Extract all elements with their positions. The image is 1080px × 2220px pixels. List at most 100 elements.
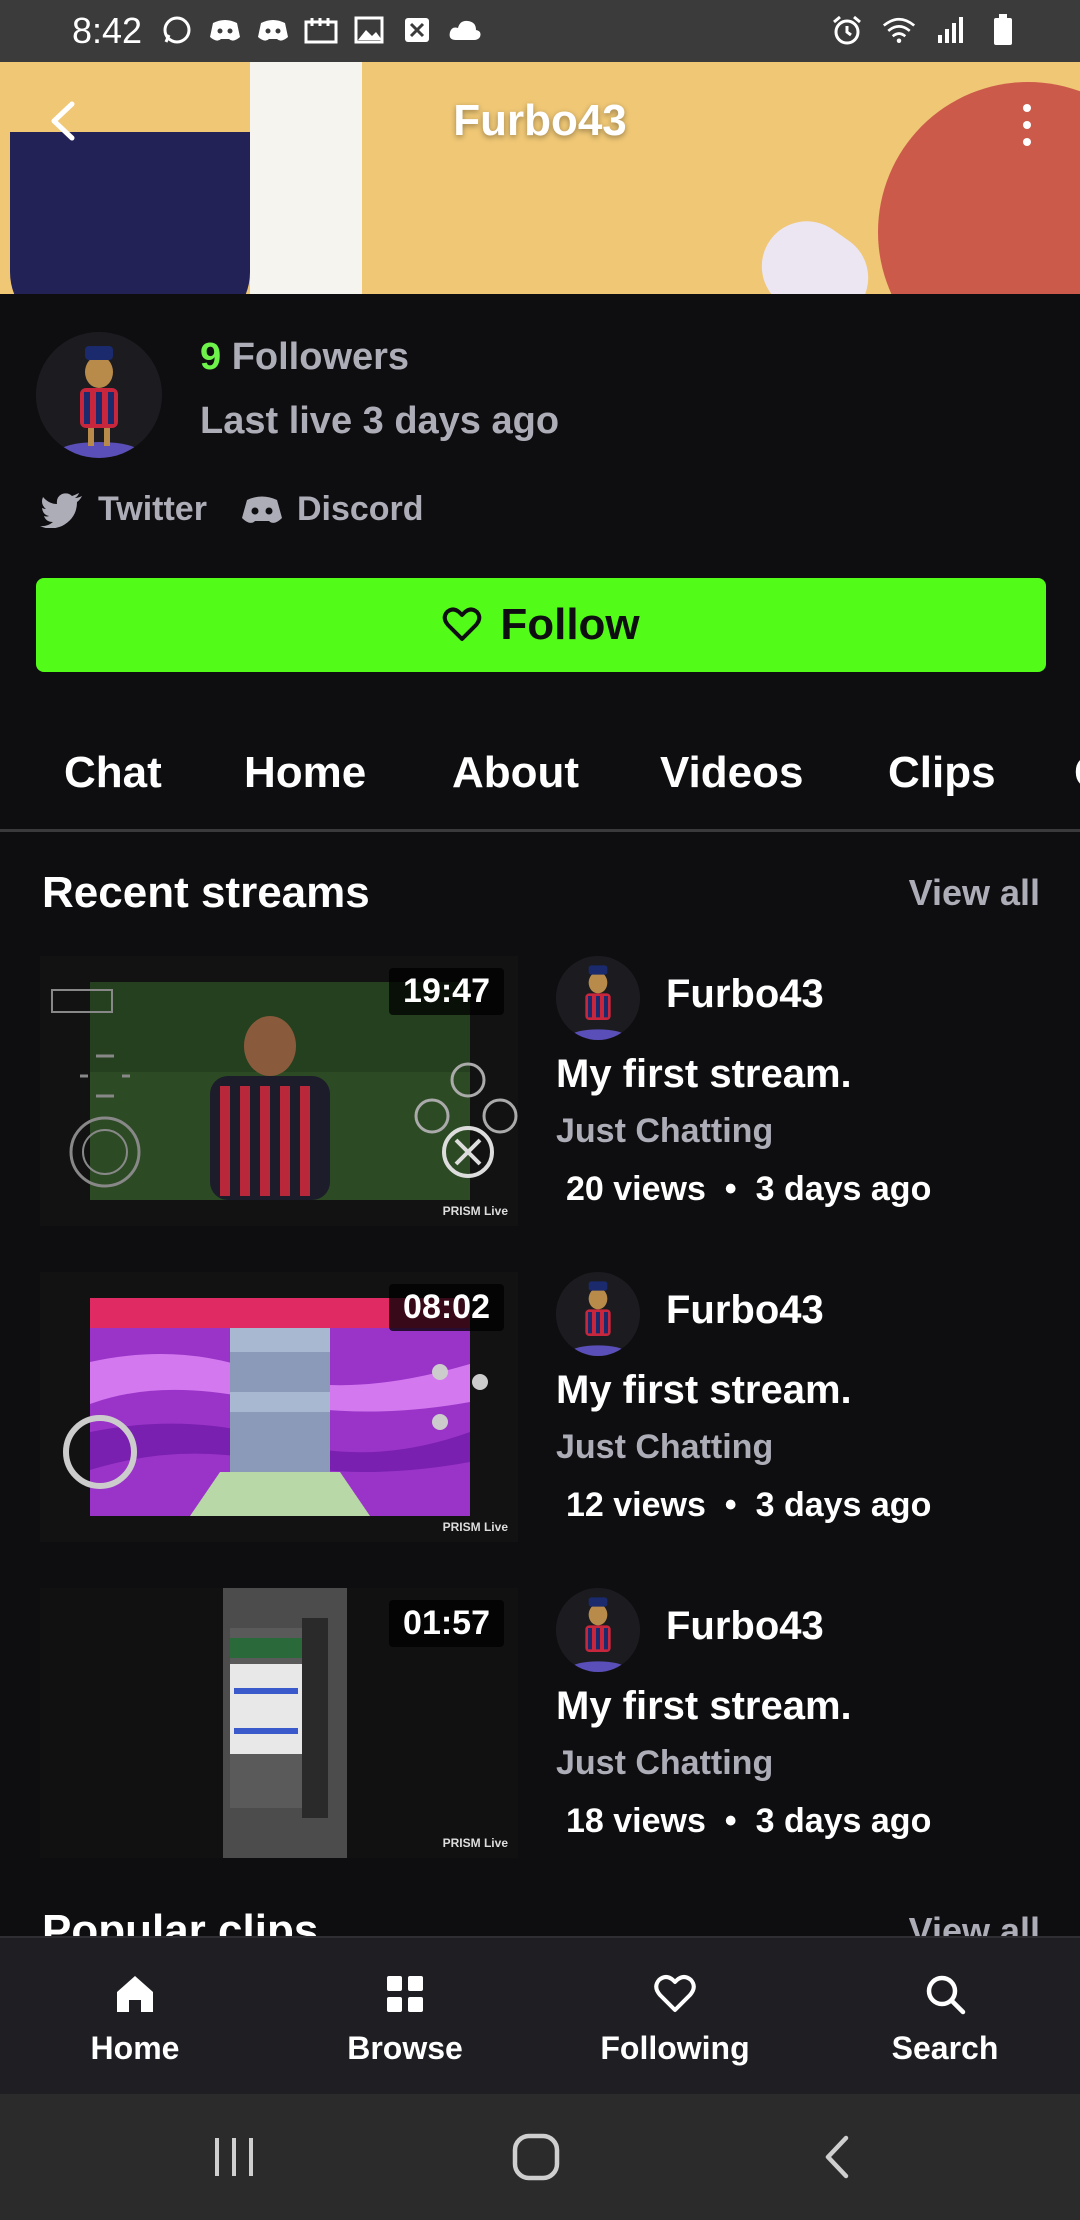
heart-icon	[654, 1975, 696, 2012]
whatsapp-icon	[160, 14, 194, 46]
nav-browse[interactable]: Browse	[270, 1938, 540, 2094]
system-navigation-bar	[0, 2094, 1080, 2220]
stream-duration: 08:02	[389, 1284, 504, 1331]
channel-tabs: Chat Home About Videos Clips C	[0, 738, 1080, 832]
tab-videos[interactable]: Videos	[660, 748, 803, 798]
stream-duration: 19:47	[389, 968, 504, 1015]
discord-label: Discord	[296, 490, 424, 528]
nav-home[interactable]: Home	[0, 1938, 270, 2094]
recent-streams-heading: Recent streams	[42, 868, 370, 917]
back-system-button[interactable]	[808, 2130, 868, 2184]
stream-channel-avatar[interactable]	[556, 956, 640, 1040]
page-title: Furbo43	[453, 96, 627, 145]
nav-search[interactable]: Search	[810, 1938, 1080, 2094]
recent-apps-button[interactable]	[204, 2130, 264, 2184]
stream-card[interactable]: 19:47 PRISM Live Furbo43 My first stream…	[0, 956, 1080, 1256]
avatar-image	[556, 1588, 640, 1672]
avatar-image	[556, 1272, 640, 1356]
nav-following[interactable]: Following	[540, 1938, 810, 2094]
stream-thumbnail[interactable]: 19:47 PRISM Live	[40, 956, 518, 1226]
stream-age: 3 days ago	[755, 1486, 932, 1524]
stream-card[interactable]: 08:02 PRISM Live Furbo43 My first stream…	[0, 1272, 1080, 1572]
kebab-dot	[1023, 104, 1031, 112]
status-bar: 8:42	[0, 0, 1080, 62]
image-notification-icon	[352, 14, 386, 46]
stream-channel-name[interactable]: Furbo43	[666, 972, 824, 1017]
stream-duration: 01:57	[389, 1600, 504, 1647]
stream-thumbnail[interactable]: 01:57 PRISM Live	[40, 1588, 518, 1858]
stream-meta: 18 views • 3 days ago	[566, 1802, 931, 1841]
stream-channel-avatar[interactable]	[556, 1588, 640, 1672]
followers-number: 9	[200, 336, 222, 378]
cloud-notification-icon	[448, 14, 482, 46]
watermark-text: PRISM Live	[442, 1520, 508, 1534]
home-icon	[117, 1976, 153, 2012]
system-icons	[830, 14, 1020, 46]
stream-title: My first stream.	[556, 1052, 852, 1096]
tab-overflow[interactable]: C	[1074, 748, 1080, 798]
avatar-image	[556, 956, 640, 1040]
alarm-icon	[830, 14, 864, 46]
channel-avatar[interactable]	[36, 332, 162, 458]
wifi-icon	[882, 14, 916, 46]
banner-shape	[744, 203, 886, 294]
tab-about[interactable]: About	[452, 748, 579, 798]
channel-banner: Furbo43	[0, 62, 1080, 294]
watermark-text: PRISM Live	[442, 1836, 508, 1850]
stream-card[interactable]: 01:57 PRISM Live Furbo43 My first stream…	[0, 1588, 1080, 1888]
stream-views: 12 views	[566, 1486, 706, 1524]
stream-age: 3 days ago	[755, 1170, 932, 1208]
discord-link[interactable]: Discord	[241, 490, 424, 529]
battery-icon	[986, 14, 1020, 46]
follow-button[interactable]: Follow	[36, 578, 1046, 672]
stream-title: My first stream.	[556, 1684, 852, 1728]
signal-icon	[934, 14, 968, 46]
twitter-label: Twitter	[98, 490, 207, 528]
tab-clips[interactable]: Clips	[888, 748, 996, 798]
nav-following-label: Following	[600, 2030, 750, 2066]
more-options-button[interactable]	[1012, 100, 1042, 150]
kebab-dot	[1023, 121, 1031, 129]
stream-views: 18 views	[566, 1802, 706, 1840]
status-time: 8:42	[72, 10, 143, 51]
popular-clips-heading: Popular clips	[42, 1906, 319, 1936]
popular-clips-view-all[interactable]: View all	[909, 1910, 1040, 1936]
recent-streams-view-all[interactable]: View all	[909, 872, 1040, 914]
tab-chat[interactable]: Chat	[64, 748, 162, 798]
followers-count: 9 Followers	[200, 336, 409, 379]
discord-icon	[241, 496, 282, 523]
follow-label: Follow	[500, 600, 640, 649]
stream-meta: 12 views • 3 days ago	[566, 1486, 931, 1525]
nav-search-label: Search	[891, 2030, 999, 2066]
twitter-icon	[40, 492, 82, 528]
discord-notification-icon	[208, 14, 242, 46]
notification-icons	[160, 14, 482, 46]
nav-browse-label: Browse	[347, 2030, 463, 2066]
search-icon	[926, 1975, 966, 2015]
banner-shape	[10, 132, 250, 294]
stream-thumbnail[interactable]: 08:02 PRISM Live	[40, 1272, 518, 1542]
nav-home-label: Home	[90, 2030, 180, 2066]
heart-outline-icon	[443, 607, 482, 641]
stream-category[interactable]: Just Chatting	[556, 1112, 773, 1151]
stream-category[interactable]: Just Chatting	[556, 1744, 773, 1783]
stream-channel-avatar[interactable]	[556, 1272, 640, 1356]
meta-separator: •	[715, 1170, 747, 1208]
home-system-icon	[512, 2133, 560, 2181]
stream-channel-name[interactable]: Furbo43	[666, 1604, 824, 1649]
last-live-text: Last live 3 days ago	[200, 400, 560, 442]
stream-title: My first stream.	[556, 1368, 852, 1412]
followers-label: Followers	[231, 336, 410, 378]
meta-separator: •	[715, 1486, 747, 1524]
stream-channel-name[interactable]: Furbo43	[666, 1288, 824, 1333]
tab-home[interactable]: Home	[244, 748, 366, 798]
avatar-image	[36, 332, 162, 458]
recent-apps-icon	[215, 2138, 253, 2176]
watermark-text: PRISM Live	[442, 1204, 508, 1218]
stream-category[interactable]: Just Chatting	[556, 1428, 773, 1467]
calendar-notification-icon	[304, 14, 338, 46]
social-links: Twitter Discord	[40, 490, 424, 529]
twitter-link[interactable]: Twitter	[40, 490, 207, 529]
stream-views: 20 views	[566, 1170, 706, 1208]
home-system-button[interactable]	[506, 2130, 566, 2184]
